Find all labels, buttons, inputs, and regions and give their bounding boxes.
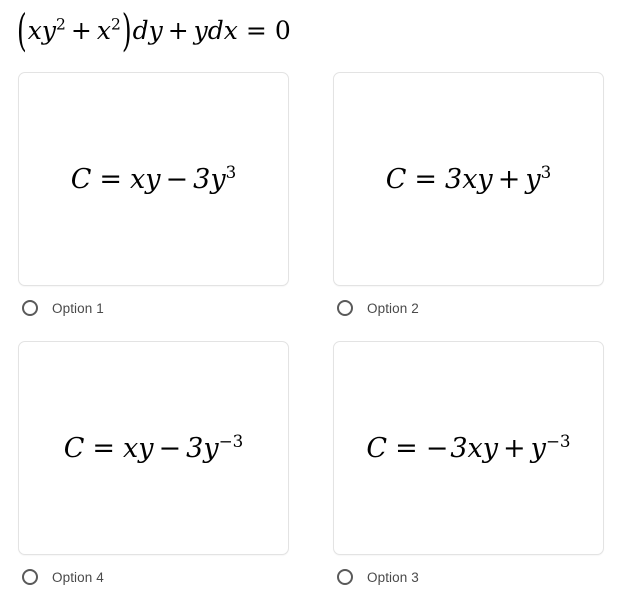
formula-operator: + bbox=[503, 432, 526, 464]
formula-operator: − bbox=[165, 163, 189, 195]
formula-lhs: C bbox=[385, 163, 407, 195]
formula-term-exponent: −3 bbox=[545, 430, 571, 451]
option-card-3[interactable]: C = xy −3y−3 bbox=[18, 341, 289, 555]
formula-term: 3xy bbox=[445, 163, 493, 195]
option-label-1: Option 1 bbox=[52, 300, 104, 316]
option-choice-4[interactable]: Option 3 bbox=[333, 566, 604, 588]
formula-operator: + bbox=[497, 163, 521, 195]
formula-operator: − bbox=[158, 432, 182, 464]
radio-button-option-4[interactable] bbox=[22, 569, 38, 585]
formula-lhs: C bbox=[366, 432, 388, 464]
option-formula-4: C = −3xy + y−3 bbox=[366, 432, 570, 464]
formula-operator: − bbox=[425, 432, 449, 464]
formula-term-exponent: −3 bbox=[218, 430, 244, 451]
option-block-3: C = xy −3y−3 Option 4 bbox=[18, 341, 289, 588]
formula-lhs: C bbox=[70, 163, 92, 195]
option-formula-3: C = xy −3y−3 bbox=[63, 432, 244, 464]
option-card-2[interactable]: C = 3xy + y3 bbox=[333, 72, 604, 286]
option-label-4: Option 3 bbox=[367, 569, 419, 585]
formula-term: 3xy bbox=[450, 432, 499, 464]
formula-equals: = bbox=[92, 432, 116, 464]
option-card-1[interactable]: C = xy −3y3 bbox=[18, 72, 289, 286]
option-choice-1[interactable]: Option 1 bbox=[18, 297, 289, 319]
formula-equals: = bbox=[99, 163, 123, 195]
option-label-2: Option 2 bbox=[367, 300, 419, 316]
formula-term: xy bbox=[130, 163, 161, 195]
formula-term: xy bbox=[123, 432, 154, 464]
formula-term: 3y bbox=[186, 432, 219, 464]
option-formula-1: C = xy −3y3 bbox=[70, 163, 237, 195]
option-formula-2: C = 3xy + y3 bbox=[385, 163, 552, 195]
formula-lhs: C bbox=[63, 432, 85, 464]
option-block-4: C = −3xy + y−3 Option 3 bbox=[333, 341, 604, 588]
option-label-3: Option 4 bbox=[52, 569, 104, 585]
option-choice-3[interactable]: Option 4 bbox=[18, 566, 289, 588]
formula-term: y bbox=[530, 432, 546, 464]
option-block-1: C = xy −3y3 Option 1 bbox=[18, 72, 289, 319]
radio-button-option-2[interactable] bbox=[337, 300, 353, 316]
radio-button-option-1[interactable] bbox=[22, 300, 38, 316]
formula-term: y bbox=[525, 163, 541, 195]
option-choice-2[interactable]: Option 2 bbox=[333, 297, 604, 319]
option-block-2: C = 3xy + y3 Option 2 bbox=[333, 72, 604, 319]
option-card-4[interactable]: C = −3xy + y−3 bbox=[333, 341, 604, 555]
formula-term-exponent: 3 bbox=[540, 161, 552, 182]
formula-equals: = bbox=[414, 163, 438, 195]
formula-equals: = bbox=[395, 432, 418, 464]
radio-button-option-3[interactable] bbox=[337, 569, 353, 585]
formula-term-exponent: 3 bbox=[225, 161, 237, 182]
options-grid: C = xy −3y3 Option 1 C = 3xy + y3 Option 2 C = xy… bbox=[0, 0, 623, 598]
formula-term: 3y bbox=[193, 163, 226, 195]
